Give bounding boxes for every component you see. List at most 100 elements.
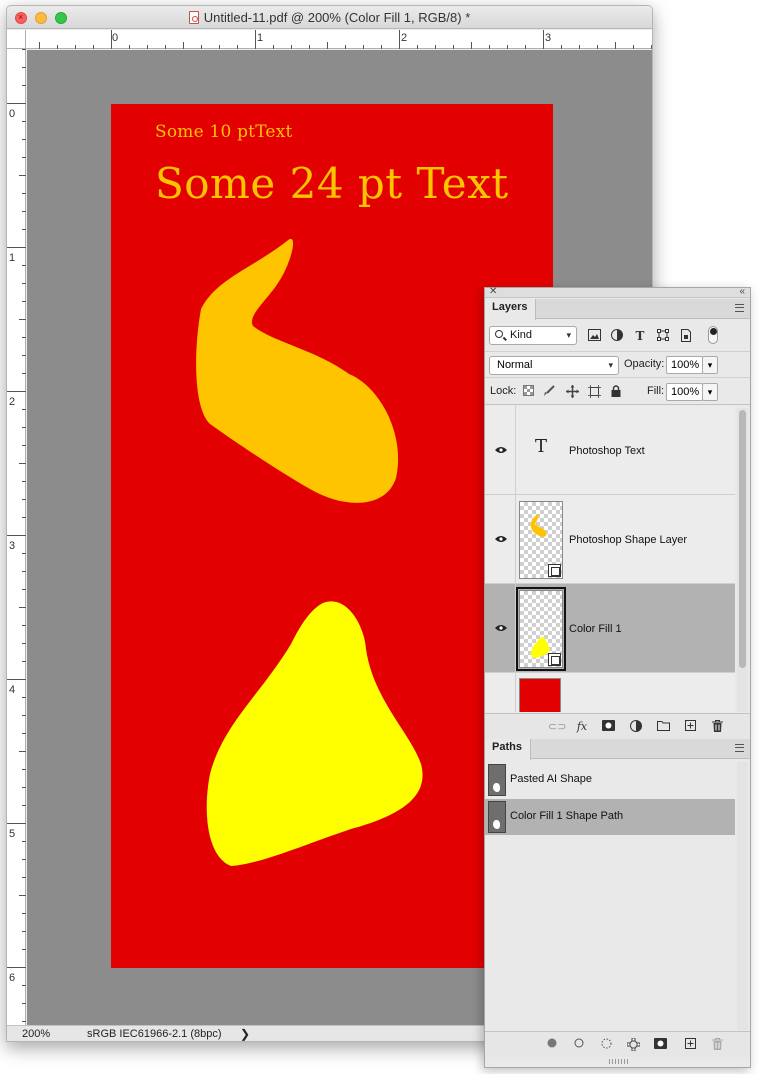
ruler-label: 5 [9,828,16,840]
layer-thumbnail [516,587,566,671]
paths-scrollbar[interactable] [737,762,748,1030]
layer-name[interactable]: Photoshop Text [569,445,645,457]
eye-icon[interactable] [495,535,507,543]
fill-dropdown-button[interactable]: ▾ [702,383,718,401]
ruler-label: 2 [9,396,16,408]
panel-collapse-icon[interactable]: « [739,286,745,297]
lock-fill-row: Lock: Fill: 100% ▾ [485,377,750,405]
title-bar[interactable]: × Untitled-11.pdf @ 200% (Color Fill 1, … [7,6,652,29]
path-row-pasted-ai-shape[interactable]: Pasted AI Shape [485,762,735,798]
opacity-dropdown-button[interactable]: ▾ [702,356,718,374]
lock-image-pixels-icon[interactable] [542,385,556,399]
layer-name[interactable]: Photoshop Shape Layer [569,534,687,546]
zoom-level[interactable]: 200% [22,1028,50,1040]
lock-position-icon[interactable] [565,385,579,399]
chevron-down-icon: ▾ [608,360,613,370]
window-title: Untitled-11.pdf @ 200% (Color Fill 1, RG… [203,10,471,25]
vertical-ruler[interactable]: 0 1 2 3 4 5 6 [7,49,26,1025]
ruler-label: 6 [9,972,16,984]
layer-name[interactable]: Color Fill 1 [569,623,622,635]
blend-mode-value: Normal [497,359,533,371]
chevron-down-icon: ▾ [566,330,571,340]
filter-type-icon[interactable]: T [633,329,647,343]
ruler-label: 4 [9,684,16,696]
delete-layer-trash-icon[interactable] [710,720,724,734]
layer-row-color-fill-1[interactable]: Color Fill 1 [485,584,735,673]
layer-thumbnail [519,501,563,579]
filter-toggle-switch[interactable] [708,326,718,344]
shape-layer-shape[interactable] [196,238,399,503]
filter-shape-icon[interactable] [656,329,670,343]
ruler-label: 0 [112,32,119,44]
opacity-label: Opacity: [624,358,665,370]
panel-resize-grip[interactable] [609,1059,629,1064]
make-work-path-icon[interactable] [626,1037,640,1052]
eye-icon[interactable] [495,446,507,454]
lock-transparent-pixels-icon[interactable] [521,385,535,399]
delete-path-trash-icon[interactable] [710,1038,724,1052]
visibility-column-divider [515,495,516,583]
path-name[interactable]: Color Fill 1 Shape Path [510,810,623,822]
layers-paths-panel: ✕ « Layers Kind ▾ T Normal ▾ Opacity: 10… [484,286,751,1068]
path-name[interactable]: Pasted AI Shape [510,773,592,785]
tab-layers[interactable]: Layers [485,299,537,320]
blend-mode-select[interactable]: Normal ▾ [489,356,619,375]
layer-row-photoshop-text[interactable]: T Photoshop Text [485,406,735,495]
filter-smart-object-icon[interactable] [679,329,693,343]
path-thumbnail [488,801,506,833]
paths-panel-menu-icon[interactable] [735,744,744,752]
lock-artboard-icon[interactable] [587,385,601,399]
layers-scrollbar[interactable] [737,408,748,712]
eye-icon[interactable] [495,624,507,632]
new-adjustment-layer-icon[interactable] [629,720,643,734]
filter-adjustment-icon[interactable] [610,329,624,343]
visibility-column-divider [515,584,516,672]
search-icon [495,330,503,338]
window-title-container: Untitled-11.pdf @ 200% (Color Fill 1, RG… [7,10,652,25]
new-path-icon[interactable] [683,1038,697,1052]
ruler-label: 1 [9,252,16,264]
opacity-input[interactable]: 100% [666,356,703,374]
filter-pixel-icon[interactable] [587,329,601,343]
layers-list: T Photoshop Text Photoshop Shape Layer C… [485,406,735,712]
layer-row-background[interactable] [485,673,735,712]
status-menu-arrow[interactable]: ❯ [240,1027,250,1041]
panel-close-icon[interactable]: ✕ [489,286,497,297]
layers-panel-menu-icon[interactable] [735,304,744,312]
blend-opacity-row: Normal ▾ Opacity: 100% ▾ [485,351,750,377]
fill-label: Fill: [647,385,665,397]
text-layer-icon: T [534,436,547,457]
layers-tab-row: Layers [485,299,750,320]
lock-all-icon[interactable] [609,385,623,399]
path-row-color-fill-1-shape-path[interactable]: Color Fill 1 Shape Path [485,799,735,835]
color-fill-shape[interactable] [206,601,423,866]
visibility-column-divider [515,673,516,712]
layer-thumbnail [519,678,561,712]
add-mask-icon[interactable] [601,720,615,734]
new-group-folder-icon[interactable] [656,720,670,734]
add-mask-icon[interactable] [653,1038,667,1052]
horizontal-ruler[interactable]: 0 1 2 3 [26,30,652,49]
load-path-as-selection-icon[interactable] [599,1038,613,1052]
layer-style-fx-icon[interactable]: fx [575,720,589,734]
horizontal-ruler-ticks [39,30,652,49]
ruler-origin[interactable] [7,30,26,49]
tab-paths[interactable]: Paths [485,739,531,760]
filter-kind-select[interactable]: Kind ▾ [489,326,577,345]
paths-tab-row: Paths [485,739,750,760]
layers-scrollbar-thumb[interactable] [739,410,746,668]
link-layers-icon[interactable]: ⊂⊃ [548,720,566,734]
fill-path-icon[interactable] [545,1038,559,1052]
layer-row-photoshop-shape-layer[interactable]: Photoshop Shape Layer [485,495,735,584]
new-layer-icon[interactable] [683,720,697,734]
fill-input[interactable]: 100% [666,383,703,401]
path-thumbnail [488,764,506,796]
vertical-ruler-ticks [7,49,26,1022]
layer-filter-row: Kind ▾ T [485,322,750,350]
ruler-label: 0 [9,108,16,120]
panel-title-strip[interactable]: ✕ « [485,286,750,298]
pdf-file-icon [188,11,199,24]
stroke-path-icon[interactable] [572,1038,586,1052]
color-profile-info: sRGB IEC61966-2.1 (8bpc) [87,1028,222,1040]
layers-footer-toolbar: ⊂⊃ fx [485,713,750,739]
